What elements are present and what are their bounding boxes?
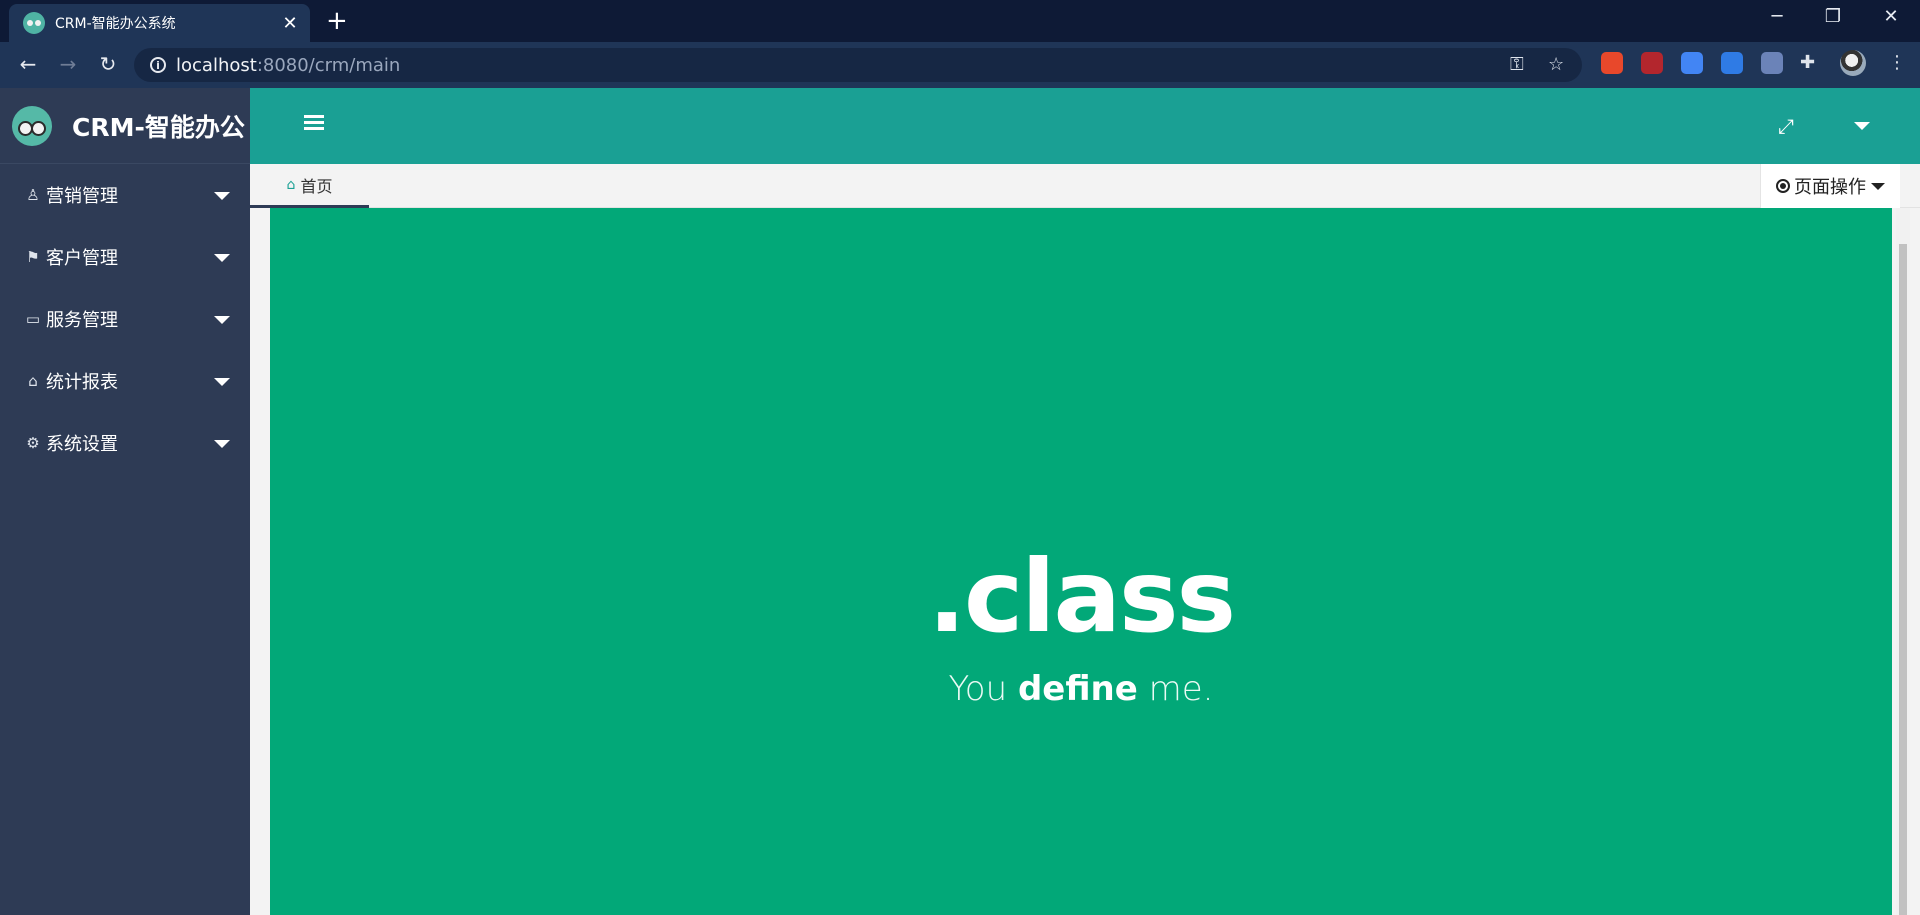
puzzle-extensions-icon[interactable]: ✚ — [1800, 52, 1815, 73]
content-scrollbar[interactable] — [1896, 208, 1910, 915]
minimize-button[interactable]: ─ — [1762, 6, 1792, 27]
url-text: localhost:8080/crm/main — [176, 54, 401, 76]
sidebar-item-3[interactable]: ▭ 服务管理 — [0, 288, 250, 350]
reload-icon[interactable]: ↻ — [94, 52, 122, 76]
restore-button[interactable]: ❐ — [1818, 6, 1848, 27]
ring-extension-icon[interactable] — [1761, 52, 1783, 74]
sidebar-item-label: 客户管理 — [46, 248, 118, 269]
sidebar-item-label: 统计报表 — [46, 372, 118, 393]
tab-close-icon[interactable]: ✕ — [280, 13, 300, 34]
page-operations-label: 页面操作 — [1794, 177, 1866, 198]
target-circle-icon — [1776, 179, 1790, 193]
home-icon: ⌂ — [286, 176, 296, 193]
logo-icon — [12, 105, 52, 146]
home-icon: ⌂ — [28, 372, 38, 390]
sidebar-toggle-icon[interactable] — [304, 115, 324, 131]
sidebar-item-4[interactable]: ⌂ 统计报表 — [0, 350, 250, 412]
gears-icon: ⚙ — [26, 434, 40, 452]
fullscreen-icon[interactable]: ⤢ — [1778, 114, 1794, 138]
pdf-extension-icon[interactable] — [1641, 52, 1663, 74]
tab-home-label: 首页 — [300, 176, 333, 196]
key-icon[interactable]: ⚿ — [1510, 54, 1524, 75]
new-tab-button[interactable]: + — [326, 8, 348, 34]
site-favicon-icon — [23, 12, 45, 34]
content-frame: .class You define me. — [270, 208, 1892, 915]
chevron-down-icon — [214, 440, 230, 448]
main-content: .class You define me. — [250, 208, 1920, 915]
brand-header: CRM-智能办公 — [0, 88, 250, 164]
sidebar-item-label: 营销管理 — [46, 186, 118, 207]
user-dropdown-caret-icon[interactable] — [1854, 122, 1870, 130]
chevron-down-icon — [214, 254, 230, 262]
back-arrow-icon[interactable]: ← — [14, 52, 42, 76]
kebab-menu-icon[interactable]: ⋮ — [1888, 52, 1906, 73]
sidebar-item-label: 系统设置 — [46, 434, 118, 455]
chevron-down-icon — [214, 192, 230, 200]
sidebar-item-label: 服务管理 — [46, 310, 118, 331]
site-info-icon[interactable]: i — [150, 57, 166, 73]
person-icon: ♙ — [26, 186, 40, 204]
sidebar-item-2[interactable]: ⚑ 客户管理 — [0, 226, 250, 288]
tab-title: CRM-智能办公系统 — [55, 16, 176, 32]
star-icon[interactable]: ☆ — [1548, 54, 1564, 75]
app-topbar: ⤢ — [250, 88, 1920, 164]
chevron-down-icon — [1871, 182, 1885, 190]
monitor-icon: ▭ — [25, 310, 41, 328]
sidebar-item-5[interactable]: ⚙ 系统设置 — [0, 412, 250, 474]
sidebar: CRM-智能办公 ♙ 营销管理 ⚑ 客户管理 ▭ 服务管理 ⌂ 统计报表 ⚙ 系统设置 — [0, 88, 250, 915]
address-bar[interactable]: i localhost:8080/crm/main ⚿ ☆ — [134, 48, 1582, 82]
chevron-down-icon — [214, 378, 230, 386]
blue-extension-icon[interactable] — [1721, 52, 1743, 74]
drive-extension-icon[interactable] — [1681, 52, 1703, 74]
profile-avatar[interactable] — [1840, 50, 1866, 76]
window-close-button[interactable]: ✕ — [1876, 6, 1906, 27]
flag-icon: ⚑ — [26, 248, 40, 266]
page-tabbar: ⌂ 首页 页面操作 — [250, 164, 1920, 208]
scrollbar-thumb[interactable] — [1899, 244, 1907, 915]
browser-toolbar: ← → ↻ i localhost:8080/crm/main ⚿ ☆ ✚ ⋮ — [0, 42, 1920, 88]
tab-home[interactable]: ⌂ 首页 — [250, 164, 369, 208]
browser-tab[interactable]: CRM-智能办公系统 ✕ — [9, 4, 310, 42]
forward-arrow-icon[interactable]: → — [54, 52, 82, 76]
page-operations-button[interactable]: 页面操作 — [1760, 164, 1900, 208]
hero-tagline: You define me. — [948, 668, 1214, 709]
hero-title: .class — [927, 537, 1236, 655]
brand-name: CRM-智能办公 — [72, 112, 245, 142]
browser-tabstrip: CRM-智能办公系统 ✕ + ─ ❐ ✕ — [0, 0, 1920, 42]
sidebar-item-1[interactable]: ♙ 营销管理 — [0, 164, 250, 226]
chevron-down-icon — [214, 316, 230, 324]
color-grid-extension-icon[interactable] — [1601, 52, 1623, 74]
